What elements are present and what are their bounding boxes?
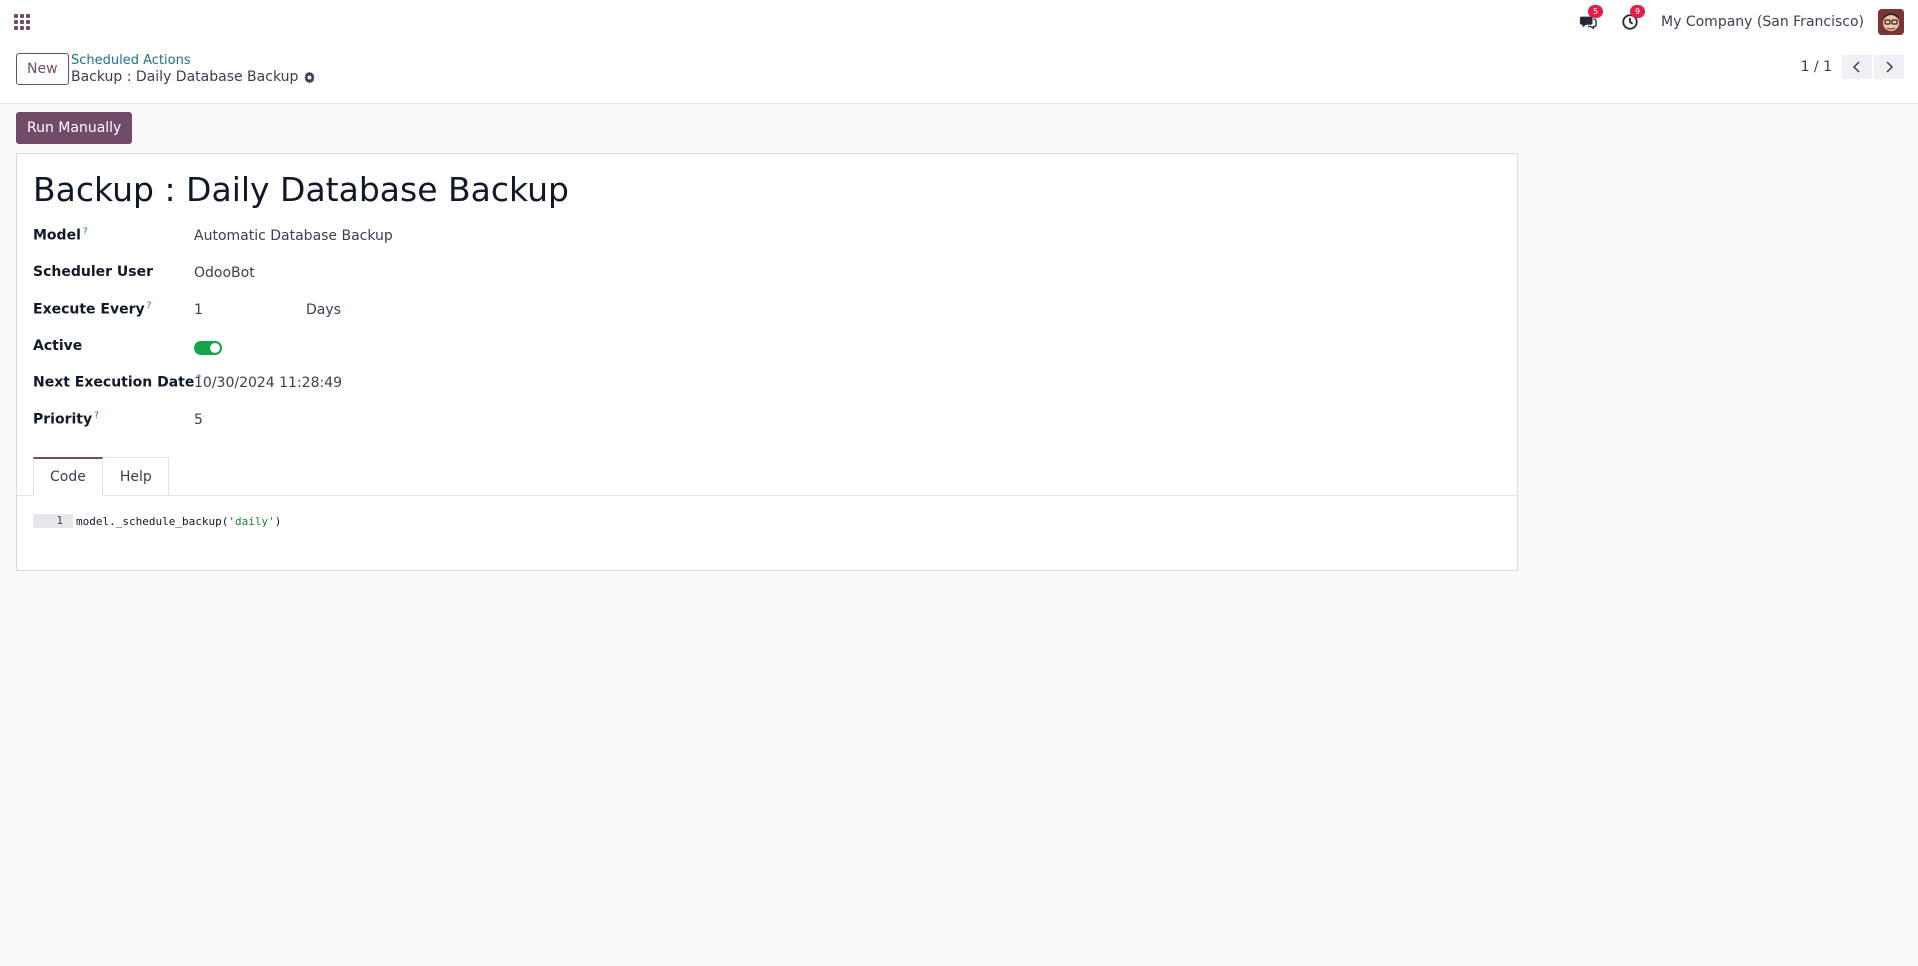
code-line[interactable]: model._schedule_backup('daily') — [76, 515, 281, 528]
chevron-right-icon — [1886, 61, 1894, 73]
execute-every-label: Execute Every? — [33, 301, 151, 318]
next-execution-label-text: Next Execution Date — [33, 374, 195, 391]
pager-value[interactable]: 1 / 1 — [1801, 59, 1832, 75]
notebook-tabs: Code Help — [33, 457, 169, 496]
user-avatar[interactable] — [1878, 8, 1904, 35]
execute-every-label-text: Execute Every — [33, 301, 145, 318]
priority-help-tooltip[interactable]: ? — [94, 411, 99, 421]
breadcrumb-current: Backup : Daily Database Backup — [71, 69, 299, 85]
interval-unit-select[interactable]: Days — [306, 302, 341, 318]
next-execution-label: Next Execution Date? — [33, 374, 201, 391]
active-label: Active — [33, 338, 83, 354]
tab-help[interactable]: Help — [102, 457, 169, 496]
tabs-divider — [17, 495, 1517, 496]
scheduler-user-label: Scheduler User — [33, 264, 154, 280]
apps-grid-icon[interactable] — [14, 14, 30, 30]
model-help-tooltip[interactable]: ? — [83, 227, 88, 237]
navbar-systray: 5 9 My Company (San Francisco) — [1577, 0, 1904, 43]
activities-clock-icon[interactable]: 9 — [1619, 4, 1646, 33]
activities-badge: 9 — [1630, 4, 1646, 18]
messages-icon[interactable]: 5 — [1577, 4, 1604, 33]
code-editor[interactable]: 1 model._schedule_backup('daily') — [33, 514, 281, 528]
messages-badge: 5 — [1588, 4, 1604, 18]
form-sheet: Backup : Daily Database Backup Model? Au… — [16, 153, 1518, 571]
pager: 1 / 1 — [1801, 55, 1904, 79]
gear-icon[interactable] — [303, 71, 316, 84]
control-panel: New Scheduled Actions Backup : Daily Dat… — [0, 43, 1918, 104]
model-value[interactable]: Automatic Database Backup — [194, 228, 393, 244]
interval-number-input[interactable]: 1 — [194, 302, 203, 318]
record-title[interactable]: Backup : Daily Database Backup — [33, 170, 569, 209]
run-manually-button[interactable]: Run Manually — [16, 112, 133, 144]
priority-label-text: Priority — [33, 411, 93, 428]
pager-previous-button[interactable] — [1842, 55, 1872, 79]
breadcrumb-parent-link[interactable]: Scheduled Actions — [71, 53, 191, 68]
chevron-left-icon — [1852, 61, 1860, 73]
new-button[interactable]: New — [16, 53, 69, 85]
priority-label: Priority? — [33, 411, 99, 428]
tab-code[interactable]: Code — [33, 457, 103, 496]
model-label: Model? — [33, 227, 88, 244]
execute-every-help-tooltip[interactable]: ? — [147, 301, 152, 311]
code-prefix: model._schedule_backup( — [76, 514, 229, 528]
code-string: 'daily' — [228, 514, 275, 528]
line-number: 1 — [33, 514, 73, 528]
priority-value[interactable]: 5 — [194, 412, 203, 428]
breadcrumb: Backup : Daily Database Backup — [71, 69, 316, 85]
code-suffix: ) — [274, 514, 282, 528]
next-execution-value[interactable]: 10/30/2024 11:28:49 — [194, 375, 342, 391]
active-toggle[interactable] — [194, 341, 222, 355]
company-switcher[interactable]: My Company (San Francisco) — [1661, 14, 1864, 30]
top-navbar: 5 9 My Company (San Francisco) — [0, 0, 1918, 43]
scheduler-user-value[interactable]: OdooBot — [194, 265, 255, 281]
model-label-text: Model — [33, 227, 81, 244]
pager-next-button[interactable] — [1874, 55, 1904, 79]
